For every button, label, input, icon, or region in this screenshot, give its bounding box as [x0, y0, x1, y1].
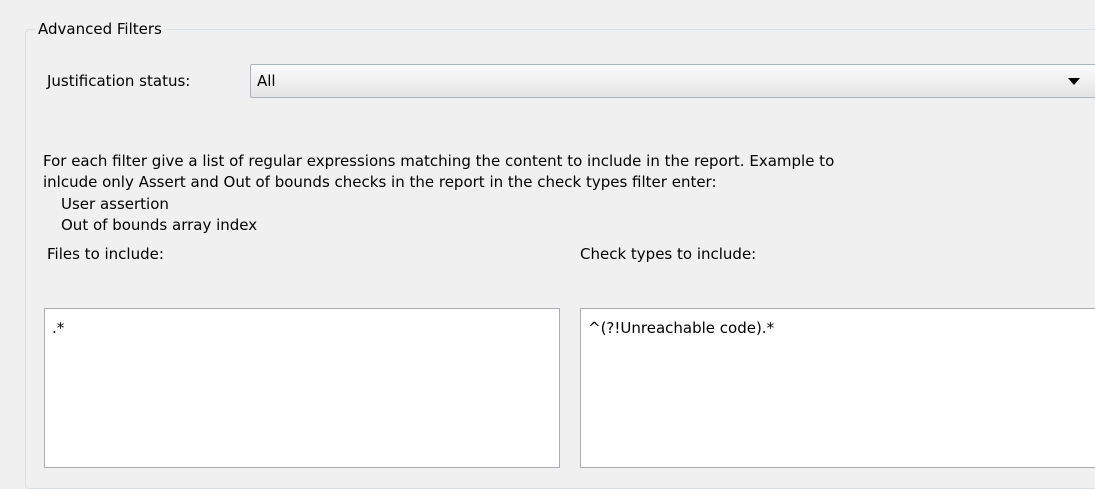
files-to-include-value: .*	[52, 319, 65, 337]
check-types-to-include-value: ^(?!Unreachable code).*	[588, 319, 775, 337]
filter-example-2: Out of bounds array index	[61, 216, 258, 234]
check-types-to-include-field[interactable]: ^(?!Unreachable code).*	[580, 308, 1095, 468]
chevron-down-icon	[1068, 78, 1080, 85]
filter-description-line-1: For each filter give a list of regular e…	[43, 152, 835, 170]
check-types-to-include-label: Check types to include:	[580, 245, 757, 263]
files-to-include-field[interactable]: .*	[44, 308, 560, 468]
justification-status-value: All	[257, 72, 276, 90]
justification-status-label: Justification status:	[47, 72, 191, 90]
files-to-include-label: Files to include:	[47, 245, 164, 263]
filter-example-1: User assertion	[61, 195, 169, 213]
advanced-filters-title: Advanced Filters	[35, 18, 165, 40]
filter-description-line-2: inlcude only Assert and Out of bounds ch…	[43, 173, 717, 191]
justification-status-dropdown[interactable]: All	[250, 64, 1095, 98]
